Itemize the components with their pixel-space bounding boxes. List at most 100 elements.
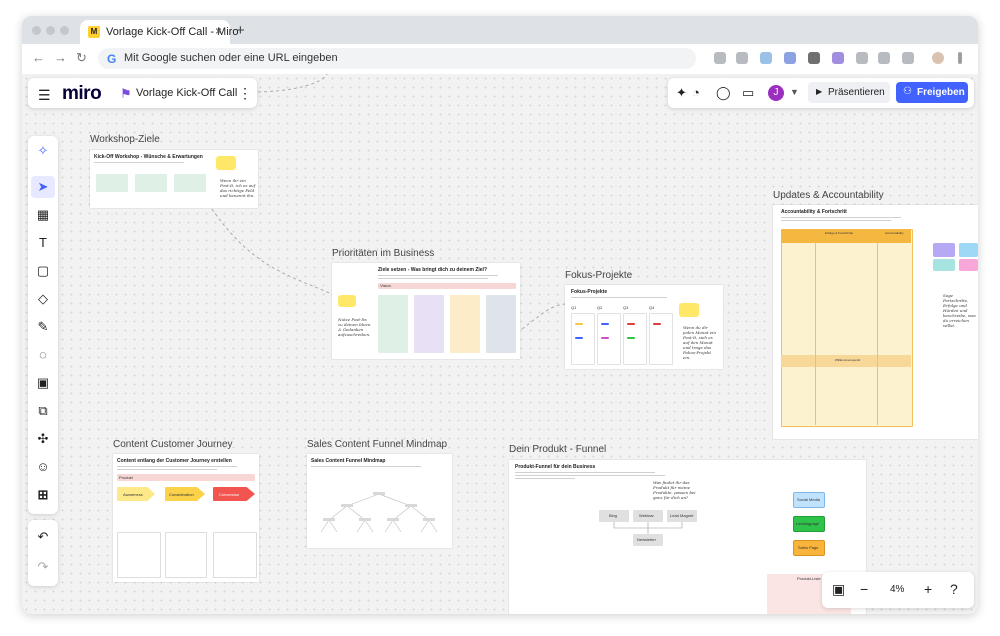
text-line bbox=[781, 217, 901, 218]
frame-label-produkt[interactable]: Dein Produkt - Funnel bbox=[509, 444, 606, 455]
redo-icon[interactable]: ↷ bbox=[31, 556, 55, 578]
zoom-out-icon[interactable]: − bbox=[860, 581, 868, 597]
accountability-table bbox=[781, 229, 913, 427]
puzzle-icon[interactable] bbox=[902, 52, 914, 64]
frame-priorities[interactable]: Ziele setzen - Was bringt dich zu deinem… bbox=[332, 263, 520, 359]
reactions-icon[interactable]: ✦ bbox=[676, 85, 687, 101]
sticky-note-pink[interactable] bbox=[959, 259, 978, 271]
table-divider bbox=[815, 243, 816, 425]
more-apps-icon[interactable]: ⊞ bbox=[31, 484, 55, 506]
frame-workshop[interactable]: Kick-Off Workshop - Wünsche & Erwartunge… bbox=[90, 150, 258, 208]
board-title[interactable]: Vorlage Kick-Off Call bbox=[136, 87, 237, 99]
sticky-note-teal[interactable] bbox=[933, 259, 955, 271]
screenshot-icon[interactable] bbox=[736, 52, 748, 64]
frame-label-priorities[interactable]: Prioritäten im Business bbox=[332, 248, 434, 259]
frame-label-customer[interactable]: Content Customer Journey bbox=[113, 439, 233, 450]
window-maximize-dot[interactable] bbox=[60, 26, 69, 35]
extension-icon[interactable] bbox=[808, 52, 820, 64]
comments-icon[interactable]: ◯ bbox=[716, 85, 731, 101]
chevron-down-icon[interactable]: ▼ bbox=[790, 87, 799, 97]
extension-icon[interactable] bbox=[832, 52, 844, 64]
mini-tag bbox=[627, 323, 635, 325]
present-label: Präsentieren bbox=[828, 87, 885, 98]
board-options-icon[interactable]: ⋮ bbox=[238, 85, 252, 102]
table-col1: Erfolge & Fortschritte bbox=[825, 231, 854, 235]
text-line bbox=[571, 297, 667, 298]
arrow-conversion: Conversion bbox=[213, 487, 255, 501]
share-button[interactable]: ⚇ Freigeben bbox=[896, 82, 968, 103]
sticker-icon[interactable]: ☺ bbox=[31, 456, 55, 478]
extension-icon[interactable] bbox=[856, 52, 868, 64]
user-avatar[interactable]: J bbox=[768, 85, 784, 101]
frame-fokus[interactable]: Fokus-Projekte Q1 Q2 Q3 Q4 Wenn du dir j… bbox=[565, 285, 723, 369]
help-icon[interactable]: ? bbox=[950, 581, 958, 597]
zoom-level[interactable]: 4% bbox=[890, 584, 904, 595]
right-box-label: Sales Page bbox=[798, 545, 819, 550]
frame-tool-icon[interactable]: ▣ bbox=[31, 372, 55, 394]
frame-funnel[interactable]: Sales Content Funnel Mindmap bbox=[307, 454, 452, 548]
back-icon[interactable]: ← bbox=[32, 50, 45, 65]
fit-to-screen-icon[interactable]: ▣ bbox=[832, 581, 845, 598]
video-icon[interactable]: ▭ bbox=[742, 85, 754, 101]
diagram-icon[interactable]: ⧉ bbox=[31, 400, 55, 422]
sticky-note[interactable] bbox=[216, 156, 236, 170]
right-box-orange[interactable]: Sales Page bbox=[793, 540, 825, 556]
select-tool-icon[interactable]: ➤ bbox=[31, 176, 55, 198]
sticky-note[interactable] bbox=[338, 295, 356, 307]
arrow-label: Awareness bbox=[123, 492, 143, 497]
present-button[interactable]: ▶ Präsentieren bbox=[808, 82, 890, 103]
right-box-green[interactable]: Landingpage bbox=[793, 516, 825, 532]
timer-icon[interactable]: ◔ bbox=[692, 85, 700, 100]
browser-tab[interactable]: M Vorlage Kick-Off Call - Miro × bbox=[80, 20, 238, 44]
frame-customer[interactable]: Content entlang der Customer Journey ers… bbox=[113, 454, 259, 582]
mini-tag bbox=[575, 323, 583, 325]
sticky-note[interactable] bbox=[679, 303, 699, 317]
vimeo-icon[interactable] bbox=[784, 52, 796, 64]
extension-icon[interactable] bbox=[760, 52, 772, 64]
sticky-note-purple[interactable] bbox=[933, 243, 955, 257]
workshop-heading: Kick-Off Workshop - Wünsche & Erwartunge… bbox=[94, 154, 203, 160]
collab-bar: ✦ ◔ ◯ ▭ J ▼ ▶ Präsentieren ⚇ Freigeben bbox=[668, 78, 974, 108]
reload-icon[interactable]: ↻ bbox=[76, 50, 87, 66]
pen-icon[interactable]: ✎ bbox=[31, 316, 55, 338]
menu-icon[interactable]: ☰ bbox=[38, 87, 51, 104]
frame-label-workshop[interactable]: Workshop-Ziele bbox=[90, 134, 160, 145]
text-line bbox=[94, 162, 184, 163]
new-tab-button[interactable]: + bbox=[236, 22, 245, 39]
frame-label-updates[interactable]: Updates & Accountability bbox=[773, 190, 884, 201]
quarter-label: Q3 bbox=[623, 305, 629, 310]
sticky-note-blue[interactable] bbox=[959, 243, 978, 257]
mini-tag bbox=[601, 323, 609, 325]
frame-produkt-funnel[interactable]: Produkt-Funnel für dein Business Was fin… bbox=[509, 460, 866, 614]
sticky-note-icon[interactable]: ▢ bbox=[31, 260, 55, 282]
tab-close-icon[interactable]: × bbox=[215, 24, 222, 38]
text-tool-icon[interactable]: T bbox=[31, 232, 55, 254]
window-minimize-dot[interactable] bbox=[46, 26, 55, 35]
table-header: Erfolge & Fortschritte Accountability bbox=[781, 229, 911, 243]
comment-icon[interactable]: ◌ bbox=[31, 344, 55, 366]
table-col2: Accountability bbox=[885, 231, 904, 235]
miro-logo[interactable]: miro bbox=[62, 83, 102, 105]
miro-canvas[interactable]: Workshop-Ziele Kick-Off Workshop - Wünsc… bbox=[22, 74, 978, 614]
extension-icon[interactable] bbox=[878, 52, 890, 64]
profile-avatar[interactable] bbox=[932, 52, 944, 64]
templates-icon[interactable]: ▦ bbox=[31, 204, 55, 226]
journey-column bbox=[213, 532, 257, 578]
omnibox[interactable]: G Mit Google suchen oder eine URL eingeb… bbox=[98, 48, 696, 69]
text-line bbox=[378, 278, 488, 279]
right-box-blue[interactable]: Social Media bbox=[793, 492, 825, 508]
frame-label-fokus[interactable]: Fokus-Projekte bbox=[565, 270, 632, 281]
shapes-icon[interactable]: ◇ bbox=[31, 288, 55, 310]
mindmap-icon[interactable]: ✣ bbox=[31, 428, 55, 450]
forward-icon[interactable]: → bbox=[54, 50, 67, 65]
ai-sparkle-icon[interactable]: ✧ bbox=[31, 140, 55, 162]
browser-menu-icon[interactable] bbox=[958, 52, 962, 64]
frame-label-funnel[interactable]: Sales Content Funnel Mindmap bbox=[307, 439, 447, 450]
zoom-in-icon[interactable]: + bbox=[924, 581, 932, 597]
miro-favicon-icon: M bbox=[88, 26, 100, 38]
camera-icon[interactable] bbox=[714, 52, 726, 64]
undo-icon[interactable]: ↶ bbox=[31, 526, 55, 548]
window-close-dot[interactable] bbox=[32, 26, 41, 35]
frame-updates[interactable]: Accountability & Fortschritt Erfolge & F… bbox=[773, 205, 978, 439]
quarter-label: Q4 bbox=[649, 305, 655, 310]
